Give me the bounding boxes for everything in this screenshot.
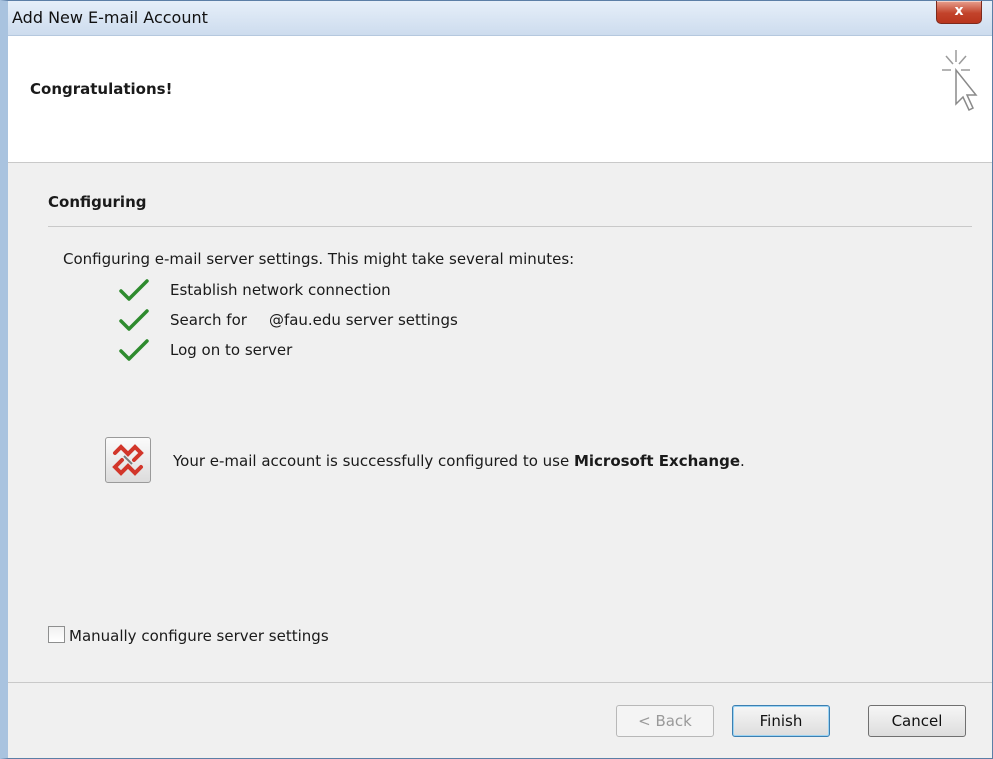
check-icon	[119, 279, 149, 301]
manual-config-checkbox[interactable]	[48, 626, 65, 643]
wizard-cursor-icon	[942, 50, 978, 112]
close-icon: x	[954, 3, 964, 19]
manual-config-label[interactable]: Manually configure server settings	[69, 627, 329, 645]
title-bar[interactable]: Add New E-mail Account x	[8, 1, 992, 36]
close-button[interactable]: x	[936, 1, 982, 24]
exchange-icon	[105, 437, 151, 483]
finish-button[interactable]: Finish	[732, 705, 830, 737]
window-title: Add New E-mail Account	[12, 8, 208, 27]
check-icon	[119, 309, 149, 331]
step-label: Log on to server	[170, 341, 293, 359]
configuring-description: Configuring e-mail server settings. This…	[63, 250, 575, 268]
success-text: Your e-mail account is successfully conf…	[173, 452, 574, 470]
step-label: Establish network connection	[170, 281, 391, 299]
header-title: Congratulations!	[30, 80, 173, 98]
check-icon	[119, 339, 149, 361]
footer-divider	[8, 682, 992, 683]
success-message: Your e-mail account is successfully conf…	[173, 452, 745, 470]
success-suffix: .	[740, 452, 745, 470]
add-account-dialog: Add New E-mail Account x Congratulations…	[0, 0, 993, 759]
step-label-prefix: Search for	[170, 311, 247, 329]
section-title: Configuring	[48, 193, 147, 211]
product-name: Microsoft Exchange	[573, 452, 740, 470]
back-button[interactable]: < Back	[616, 705, 714, 737]
cancel-button[interactable]: Cancel	[868, 705, 966, 737]
wizard-header: Congratulations!	[8, 36, 992, 163]
step-label: Search for @fau.edu server settings	[170, 311, 458, 329]
step-label-suffix: @fau.edu server settings	[268, 311, 458, 329]
section-divider	[48, 226, 972, 227]
